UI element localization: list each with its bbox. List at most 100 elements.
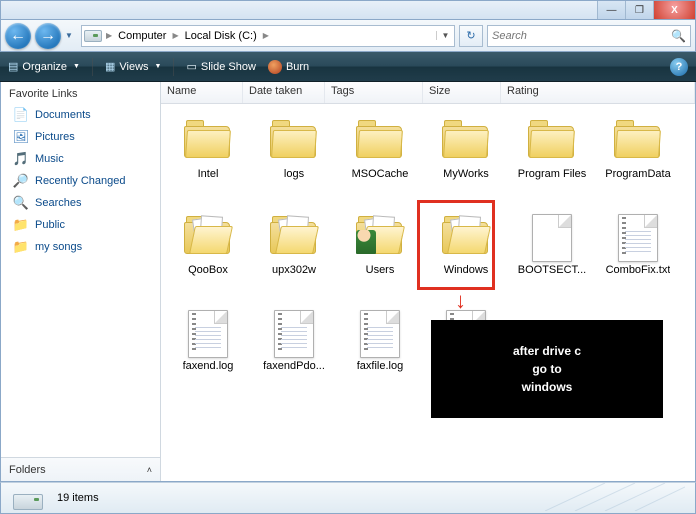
breadcrumb-label: Computer <box>118 30 166 42</box>
item-label: QooBox <box>188 264 228 277</box>
search-folder-icon: 🔍 <box>13 195 29 211</box>
file-icon <box>356 310 404 358</box>
annotation-arrow-icon: ↓ <box>455 288 466 314</box>
sidebar-item-my-songs[interactable]: 📁my songs <box>5 236 156 258</box>
item-faxfile-log[interactable]: faxfile.log <box>337 304 423 400</box>
status-count: 19 items <box>57 492 99 504</box>
command-toolbar: ▤ Organize ▼ ▦ Views ▼ ▭ Slide Show Burn… <box>0 52 696 82</box>
item-faxend-log[interactable]: faxend.log <box>165 304 251 400</box>
organize-button[interactable]: ▤ Organize ▼ <box>8 60 80 73</box>
slideshow-button[interactable]: ▭ Slide Show <box>186 60 255 73</box>
toolbar-label: Organize <box>22 61 67 73</box>
address-bar[interactable]: ▶ Computer ▶ Local Disk (C:) ▶ ▼ <box>81 25 455 47</box>
item-label: Intel <box>198 168 219 181</box>
item-label: faxend.log <box>183 360 234 373</box>
slideshow-icon: ▭ <box>186 60 196 73</box>
refresh-button[interactable]: ↻ <box>459 25 483 47</box>
item-label: Users <box>366 264 395 277</box>
folder-icon <box>270 214 318 262</box>
search-box[interactable]: 🔍 <box>487 25 691 47</box>
folders-toggle[interactable]: Folders ˄ <box>1 457 160 481</box>
sidebar-item-label: Public <box>35 219 65 231</box>
item-combofix-txt[interactable]: ComboFix.txt <box>595 208 681 304</box>
item-users[interactable]: Users <box>337 208 423 304</box>
views-icon: ▦ <box>105 60 115 73</box>
file-icon <box>184 310 232 358</box>
sidebar-item-pictures[interactable]: 🖼 Pictures <box>5 126 156 148</box>
file-icon <box>270 310 318 358</box>
dropdown-icon: ▼ <box>73 63 80 70</box>
folder-icon <box>614 118 662 166</box>
item-programdata[interactable]: ProgramData <box>595 112 681 208</box>
annotation-text: windows <box>455 378 639 396</box>
maximize-button[interactable]: ❐ <box>625 1 653 19</box>
navigation-bar: ← → ▼ ▶ Computer ▶ Local Disk (C:) ▶ ▼ ↻… <box>0 20 696 52</box>
column-date[interactable]: Date taken <box>243 82 325 103</box>
toolbar-separator <box>92 58 93 76</box>
folder-icon: 📁 <box>13 217 29 233</box>
toolbar-separator <box>173 58 174 76</box>
minimize-button[interactable]: — <box>597 1 625 19</box>
sidebar-item-label: Documents <box>35 109 91 121</box>
history-dropdown[interactable]: ▼ <box>65 31 77 40</box>
close-button[interactable]: X <box>653 1 695 19</box>
column-tags[interactable]: Tags <box>325 82 423 103</box>
column-size[interactable]: Size <box>423 82 501 103</box>
item-label: MyWorks <box>443 168 489 181</box>
item-label: Windows <box>444 264 489 277</box>
item-qoobox[interactable]: QooBox <box>165 208 251 304</box>
toolbar-label: Burn <box>286 61 309 73</box>
item-myworks[interactable]: MyWorks <box>423 112 509 208</box>
chevron-right-icon: ▶ <box>261 31 271 40</box>
sidebar-item-label: Recently Changed <box>35 175 126 187</box>
item-intel[interactable]: Intel <box>165 112 251 208</box>
burn-button[interactable]: Burn <box>268 60 309 74</box>
sidebar-item-searches[interactable]: 🔍 Searches <box>5 192 156 214</box>
sidebar-item-documents[interactable]: 📄Documents <box>5 104 156 126</box>
views-button[interactable]: ▦ Views ▼ <box>105 60 162 73</box>
column-headers: Name Date taken Tags Size Rating <box>161 82 695 104</box>
pictures-icon: 🖼 <box>13 129 29 145</box>
search-icon: 🔍 <box>671 29 686 43</box>
window-titlebar: — ❐ X <box>0 0 696 20</box>
item-upx302w[interactable]: upx302w <box>251 208 337 304</box>
drive-icon <box>13 486 45 510</box>
file-icon <box>528 214 576 262</box>
sidebar-item-label: Pictures <box>35 131 75 143</box>
search-input[interactable] <box>492 30 671 42</box>
column-name[interactable]: Name <box>161 82 243 103</box>
item-faxendpdo-[interactable]: faxendPdo... <box>251 304 337 400</box>
dropdown-icon: ▼ <box>155 63 162 70</box>
annotation-tooltip: after drive c go to windows <box>431 320 663 418</box>
recent-icon: 🔎 <box>13 173 29 189</box>
music-icon: 🎵 <box>13 151 29 167</box>
breadcrumb-local-disk[interactable]: Local Disk (C:) <box>181 26 261 46</box>
item-label: faxfile.log <box>357 360 403 373</box>
item-bootsect-[interactable]: BOOTSECT... <box>509 208 595 304</box>
main-split: Favorite Links 📄Documents 🖼Pictures 🎵Mus… <box>0 82 696 482</box>
item-logs[interactable]: logs <box>251 112 337 208</box>
forward-button[interactable]: → <box>35 23 61 49</box>
item-label: logs <box>284 168 304 181</box>
column-rating[interactable]: Rating <box>501 82 695 103</box>
help-button[interactable]: ? <box>670 58 688 76</box>
folders-label: Folders <box>9 464 46 476</box>
folder-icon <box>442 118 490 166</box>
organize-icon: ▤ <box>8 60 18 73</box>
item-msocache[interactable]: MSOCache <box>337 112 423 208</box>
sidebar-item-music[interactable]: 🎵Music <box>5 148 156 170</box>
chevron-right-icon: ▶ <box>170 31 180 40</box>
sidebar-item-public[interactable]: 📁 Public <box>5 214 156 236</box>
sidebar-item-recently-changed[interactable]: 🔎 Recently Changed <box>5 170 156 192</box>
sidebar-item-label: Searches <box>35 197 81 209</box>
breadcrumb-computer[interactable]: Computer <box>114 26 170 46</box>
chevron-right-icon: ▶ <box>104 31 114 40</box>
back-button[interactable]: ← <box>5 23 31 49</box>
item-windows[interactable]: Windows <box>423 208 509 304</box>
item-label: ComboFix.txt <box>606 264 671 277</box>
folder-icon <box>184 118 232 166</box>
drive-icon <box>82 30 104 42</box>
item-program-files[interactable]: Program Files <box>509 112 595 208</box>
address-dropdown[interactable]: ▼ <box>436 31 454 40</box>
items-grid: Intel logs MSOCache MyWorks Program FilesPro… <box>161 104 695 481</box>
